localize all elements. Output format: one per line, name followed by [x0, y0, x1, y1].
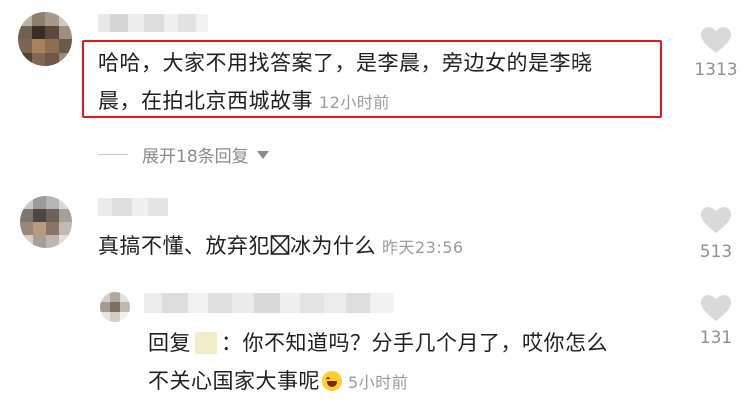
reply-prefix: 回复	[148, 331, 191, 355]
avatar[interactable]	[100, 292, 130, 322]
reply-time: 5小时前	[348, 373, 409, 392]
reply-line-2-text: 不关心国家大事呢	[148, 369, 320, 393]
missing-glyph-icon	[270, 235, 290, 255]
reply-line-2: 不关心国家大事呢 5小时前	[148, 362, 668, 402]
laughing-emoji-icon	[322, 371, 342, 391]
avatar[interactable]	[20, 196, 72, 248]
avatar[interactable]	[18, 12, 72, 66]
reply-text: 回复 ：你不知道吗？分手几个月了，哎你怎么 不关心国家大事呢 5小时前	[148, 324, 668, 402]
username-blurred[interactable]	[98, 198, 168, 216]
comment-text: 真搞不懂、放弃犯 冰为什么 昨天23:56	[98, 227, 658, 267]
comment-line-2-text: 晨，在拍北京西城故事	[98, 89, 313, 113]
heart-icon	[701, 27, 731, 53]
comment-text-part-2: 冰为什么	[290, 234, 376, 258]
chevron-down-icon	[256, 150, 269, 159]
avatar-image	[100, 292, 130, 322]
comment-time: 昨天23:56	[382, 238, 464, 257]
like-count: 131	[699, 328, 733, 348]
username-blurred[interactable]	[144, 293, 394, 313]
heart-icon	[701, 207, 731, 233]
like-count: 513	[699, 242, 733, 262]
reply-line-1: 回复 ：你不知道吗？分手几个月了，哎你怎么	[148, 324, 668, 362]
comment-text: 哈哈，大家不用找答案了，是李晨，旁边女的是李晓 晨，在拍北京西城故事 12小时前	[98, 44, 658, 122]
heart-icon	[701, 295, 731, 321]
comment-line-2: 晨，在拍北京西城故事 12小时前	[98, 82, 658, 122]
avatar-image	[20, 196, 72, 248]
mentioned-user-blurred[interactable]	[195, 332, 217, 354]
expand-replies-button[interactable]: 展开18条回复	[98, 142, 269, 167]
like-count: 1313	[694, 60, 738, 80]
comment-text-part-1: 真搞不懂、放弃犯	[98, 234, 270, 258]
avatar-image	[18, 12, 72, 66]
like-button[interactable]: 131	[686, 294, 746, 354]
like-button[interactable]: 1313	[686, 26, 746, 82]
comment-line-1: 哈哈，大家不用找答案了，是李晨，旁边女的是李晓	[98, 51, 593, 75]
username-blurred[interactable]	[98, 14, 208, 32]
reply-line-1-text: ：你不知道吗？分手几个月了，哎你怎么	[221, 331, 608, 355]
expand-replies-label: 展开18条回复	[142, 147, 249, 167]
like-button[interactable]: 513	[686, 206, 746, 266]
expand-divider	[98, 154, 128, 155]
comment-time: 12小时前	[319, 93, 390, 112]
